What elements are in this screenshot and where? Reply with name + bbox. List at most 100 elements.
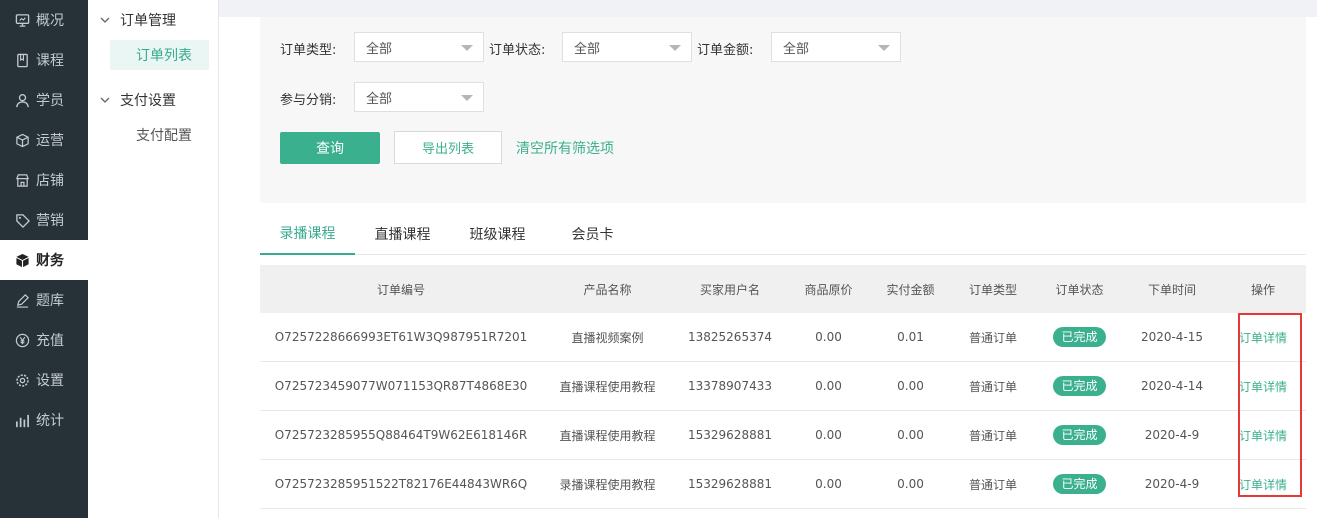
order-number: O7257228666993ET61W3Q987951R7201 xyxy=(274,330,528,344)
order-detail-link[interactable]: 订单详情 xyxy=(1239,378,1287,395)
order-type: 普通订单 xyxy=(968,428,1017,443)
nav-label: 题库 xyxy=(36,293,64,309)
action-cell: 订单详情 xyxy=(1220,362,1306,410)
status-badge: 已完成 xyxy=(1053,327,1106,347)
subnav-item-order-list[interactable]: 订单列表 xyxy=(110,40,209,70)
product-name: 录播课程使用教程 xyxy=(559,477,656,492)
paid-amount: 0.01 xyxy=(897,330,924,344)
nav-label: 学员 xyxy=(36,93,64,109)
original-price: 0.00 xyxy=(815,379,842,393)
action-cell: 订单详情 xyxy=(1220,411,1306,459)
table-row: O725723285955Q88464T9W62E618146R 直播课程使用教… xyxy=(260,411,1306,460)
table-row: O7257228666993ET61W3Q987951R7201 直播视频案例 … xyxy=(260,313,1306,362)
nav-label: 课程 xyxy=(36,53,64,69)
nav-item-question-bank[interactable]: 题库 xyxy=(0,280,88,320)
order-number: O725723285951522T82176E44843WR6Q xyxy=(274,477,528,491)
yen-icon xyxy=(14,332,30,348)
nav-label: 营销 xyxy=(36,213,64,229)
table-row: O725723459077W071153QR87T4868E30 直播课程使用教… xyxy=(260,362,1306,411)
table-row: O725723285951522T82176E44843WR6Q 录播课程使用教… xyxy=(260,460,1306,509)
pencil-icon xyxy=(14,292,30,308)
nav-item-statistics[interactable]: 统计 xyxy=(0,400,88,440)
tab-live-courses[interactable]: 直播课程 xyxy=(355,213,450,255)
order-status-cell: 已完成 xyxy=(1035,460,1124,508)
nav-item-overview[interactable]: 概况 xyxy=(0,0,88,40)
order-detail-link[interactable]: 订单详情 xyxy=(1239,476,1287,493)
buyer-username: 13378907433 xyxy=(688,379,772,393)
product-name: 直播课程使用教程 xyxy=(559,428,656,443)
order-status-cell: 已完成 xyxy=(1035,411,1124,459)
product-name: 直播课程使用教程 xyxy=(559,379,656,394)
main-content: 订单类型: 全部 订单状态: 全部 订单金额: 全部 参与分销: 全部 查询 导… xyxy=(219,0,1317,518)
clear-filters-link[interactable]: 清空所有筛选项 xyxy=(516,138,614,158)
order-date: 2020-4-15 xyxy=(1140,330,1204,344)
order-amount-value: 全部 xyxy=(783,41,810,57)
cube-outline-icon xyxy=(14,132,30,148)
order-status-value: 全部 xyxy=(574,41,601,57)
nav-item-finance[interactable]: 财务 xyxy=(0,240,88,280)
action-cell: 订单详情 xyxy=(1220,460,1306,508)
caret-down-icon xyxy=(669,45,681,51)
action-cell: 订单详情 xyxy=(1220,313,1306,361)
chevron-down-icon xyxy=(100,95,110,105)
buyer-username: 15329628881 xyxy=(688,428,772,442)
order-type: 普通订单 xyxy=(968,477,1017,492)
nav-item-marketing[interactable]: 营销 xyxy=(0,200,88,240)
order-date: 2020-4-14 xyxy=(1140,379,1204,393)
order-type: 普通订单 xyxy=(968,330,1017,345)
nav-label: 设置 xyxy=(36,373,64,389)
nav-label: 店铺 xyxy=(36,173,64,189)
order-type: 普通订单 xyxy=(968,379,1017,394)
order-type-select[interactable]: 全部 xyxy=(354,32,484,62)
caret-down-icon xyxy=(461,95,473,101)
subnav-group-label: 订单管理 xyxy=(120,13,176,29)
nav-item-recharge[interactable]: 充值 xyxy=(0,320,88,360)
order-date: 2020-4-9 xyxy=(1144,477,1200,491)
order-number: O725723459077W071153QR87T4868E30 xyxy=(274,379,528,393)
nav-item-courses[interactable]: 课程 xyxy=(0,40,88,80)
status-badge: 已完成 xyxy=(1053,474,1106,494)
subnav-item-payment-config[interactable]: 支付配置 xyxy=(110,120,209,150)
buyer-username: 13825265374 xyxy=(688,330,772,344)
subnav-group-payment-settings[interactable]: 支付设置 xyxy=(88,80,218,120)
order-status-select[interactable]: 全部 xyxy=(562,32,692,62)
nav-item-store[interactable]: 店铺 xyxy=(0,160,88,200)
filter-panel: 订单类型: 全部 订单状态: 全部 订单金额: 全部 参与分销: 全部 查询 导… xyxy=(260,17,1306,203)
monitor-icon xyxy=(14,12,30,28)
order-status-cell: 已完成 xyxy=(1035,313,1124,361)
paid-amount: 0.00 xyxy=(897,477,924,491)
nav-label: 运营 xyxy=(36,133,64,149)
book-icon xyxy=(14,52,30,68)
nav-label: 概况 xyxy=(36,13,64,29)
column-header: 买家用户名 xyxy=(699,282,760,297)
order-detail-link[interactable]: 订单详情 xyxy=(1239,329,1287,346)
caret-down-icon xyxy=(878,45,890,51)
distribution-select[interactable]: 全部 xyxy=(354,82,484,112)
main-nav: 概况 课程 学员 运营 店铺 营销 财务 题库 充值 设置 统计 xyxy=(0,0,88,518)
nav-item-settings[interactable]: 设置 xyxy=(0,360,88,400)
order-amount-select[interactable]: 全部 xyxy=(771,32,901,62)
original-price: 0.00 xyxy=(815,428,842,442)
nav-label: 财务 xyxy=(36,253,64,269)
tab-recorded-courses[interactable]: 录播课程 xyxy=(260,213,355,255)
chevron-down-icon xyxy=(100,15,110,25)
distribution-label: 参与分销: xyxy=(280,93,337,108)
order-detail-link[interactable]: 订单详情 xyxy=(1239,427,1287,444)
nav-item-operations[interactable]: 运营 xyxy=(0,120,88,160)
orders-table: 订单编号 产品名称 买家用户名 商品原价 实付金额 订单类型 订单状态 下单时间… xyxy=(260,265,1306,509)
tab-class-courses[interactable]: 班级课程 xyxy=(450,213,545,255)
table-header: 订单编号 产品名称 买家用户名 商品原价 实付金额 订单类型 订单状态 下单时间… xyxy=(260,265,1306,313)
export-list-button[interactable]: 导出列表 xyxy=(394,131,502,164)
query-button[interactable]: 查询 xyxy=(280,132,380,164)
paid-amount: 0.00 xyxy=(897,428,924,442)
order-date: 2020-4-9 xyxy=(1144,428,1200,442)
subnav-group-order-management[interactable]: 订单管理 xyxy=(88,0,218,40)
nav-label: 统计 xyxy=(36,413,64,429)
order-amount-label: 订单金额: xyxy=(697,43,754,58)
store-icon xyxy=(14,172,30,188)
column-header: 订单编号 xyxy=(376,282,425,297)
course-tabs: 录播课程 直播课程 班级课程 会员卡 xyxy=(260,213,1306,255)
gear-icon xyxy=(14,372,30,388)
tab-membership-card[interactable]: 会员卡 xyxy=(545,213,640,255)
nav-item-students[interactable]: 学员 xyxy=(0,80,88,120)
